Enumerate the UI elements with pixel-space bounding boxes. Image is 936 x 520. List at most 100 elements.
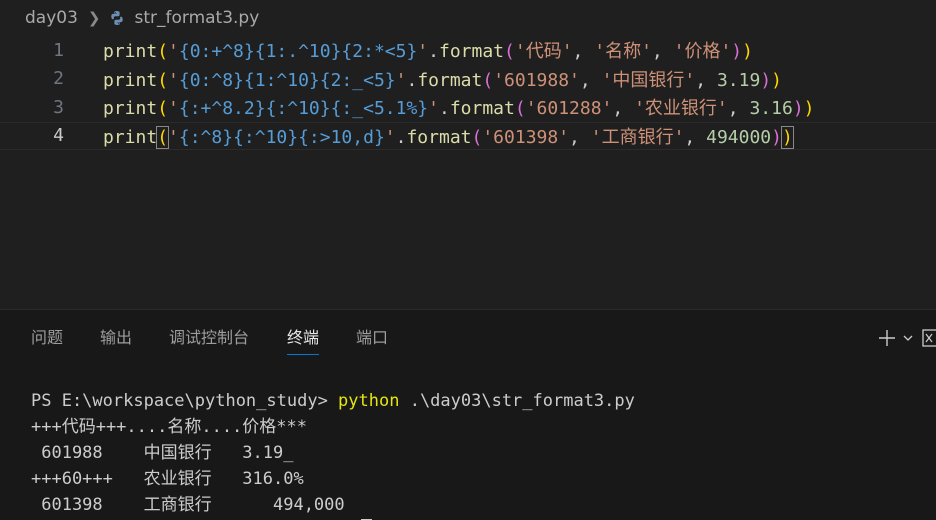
code-token: ): [780, 125, 794, 149]
code-token: format: [449, 98, 515, 119]
code-token: (: [157, 98, 169, 119]
code-token: .: [438, 98, 450, 119]
code-token: '中国银行': [601, 69, 696, 91]
code-token: '名称': [594, 41, 652, 62]
tab-output[interactable]: 输出: [100, 326, 132, 350]
code-token: ,: [684, 126, 707, 148]
code-token: '价格': [673, 41, 732, 62]
code-text: print('{:+^8.2}{:^10}{:_<5.1%}'.format('…: [103, 94, 815, 120]
terminal-output-line: 601988 中国银行 3.19_: [31, 443, 294, 463]
terminal-command: python: [338, 391, 400, 411]
code-token: (: [156, 125, 170, 149]
terminal-output-text: 601398 工商银行 494,000: [31, 495, 345, 515]
code-token: ): [731, 41, 743, 62]
terminal-args: .\day03\str_format3.py: [399, 391, 635, 411]
line-number: 2: [53, 68, 64, 89]
code-token: ,: [695, 69, 717, 91]
code-token: ): [803, 98, 815, 119]
vscode-window: day03 ❯ str_format3.py 1 print('{0:+^8}{1…: [0, 0, 936, 520]
breadcrumb-file[interactable]: str_format3.py: [134, 8, 259, 28]
code-token: ,: [569, 126, 591, 148]
breadcrumb-folder[interactable]: day03: [25, 8, 78, 28]
code-token: ': [395, 69, 407, 91]
panel-tab-bar: 问题 输出 调试控制台 终端 端口: [0, 310, 936, 362]
code-token: ': [168, 98, 179, 119]
bottom-panel: 问题 输出 调试控制台 终端 端口 PS E:\workspace\python…: [0, 309, 936, 520]
code-token: .: [428, 41, 439, 62]
chevron-right-icon: ❯: [87, 9, 101, 27]
code-token: print: [103, 41, 158, 62]
code-token: ,: [612, 98, 635, 119]
code-token: ): [771, 69, 782, 91]
panel-actions: [876, 324, 936, 352]
code-token: print: [103, 98, 158, 119]
line-number: 3: [53, 96, 64, 118]
python-icon: [108, 9, 126, 27]
line-number: 1: [53, 39, 64, 61]
code-text: print('{0:^8}{1:^10}{2:_<5}'.format('601…: [103, 66, 782, 92]
code-token: (: [157, 69, 169, 91]
tab-debug-console[interactable]: 调试控制台: [169, 326, 249, 350]
code-token: ': [168, 41, 179, 62]
code-token: (: [514, 98, 526, 119]
code-token: ,: [651, 41, 674, 62]
code-token: format: [406, 126, 472, 148]
code-token: .: [406, 69, 418, 91]
code-token: ,: [727, 98, 750, 119]
code-token: {0:^8}{1:^10}{2:_<5}: [178, 69, 396, 91]
code-token: ): [760, 69, 772, 91]
code-token: (: [482, 69, 494, 91]
split-icon[interactable]: [922, 327, 936, 349]
code-token: {:^8}{:^10}{:>10,d}: [178, 126, 385, 148]
code-editor[interactable]: 1 print('{0:+^8}{1:.^10}{2:*<5}'.format('…: [0, 36, 936, 298]
code-token: '601288': [525, 98, 613, 119]
code-token: (: [504, 41, 515, 62]
code-token: ,: [579, 69, 602, 91]
code-token: 494000: [706, 126, 772, 148]
terminal-output-line: +++60+++ 农业银行 316.0%: [31, 469, 304, 489]
code-line[interactable]: 1 print('{0:+^8}{1:.^10}{2:*<5}'.format('…: [0, 36, 936, 64]
code-token: ': [168, 126, 179, 148]
code-line[interactable]: 4 print('{:^8}{:^10}{:>10,d}'.format('601…: [0, 121, 936, 150]
code-token: '代码': [514, 41, 573, 62]
code-token: ): [771, 126, 782, 148]
tab-problems[interactable]: 问题: [31, 326, 63, 350]
code-token: (: [157, 41, 169, 62]
code-token: format: [417, 69, 483, 91]
terminal-output[interactable]: PS E:\workspace\python_study> python .\d…: [31, 388, 931, 520]
code-token: '农业银行': [634, 98, 728, 119]
code-token: 3.16: [749, 98, 793, 119]
code-token: {0:+^8}{1:.^10}{2:*<5}: [178, 41, 418, 62]
code-token: {:+^8.2}{:^10}{:_<5.1%}: [178, 98, 429, 119]
code-token: print: [103, 69, 158, 91]
code-token: ': [428, 98, 439, 119]
terminal-output-line: 601398 工商银行 494,000: [31, 492, 931, 518]
code-token: 3.19: [716, 69, 761, 91]
code-token: ': [417, 41, 429, 62]
code-token: ': [168, 69, 179, 91]
code-line[interactable]: 2 print('{0:^8}{1:^10}{2:_<5}'.format('60…: [0, 65, 936, 93]
code-token: (: [471, 126, 483, 148]
terminal-command-line: PS E:\workspace\python_study> python .\d…: [31, 388, 931, 414]
code-text: print('{0:+^8}{1:.^10}{2:*<5}'.format('代…: [103, 37, 753, 63]
plus-icon[interactable]: [876, 327, 898, 349]
terminal-output-line: +++代码+++....名称....价格***: [31, 417, 307, 437]
code-text: print('{:^8}{:^10}{:>10,d}'.format('6013…: [103, 123, 794, 149]
code-line[interactable]: 3 print('{:+^8.2}{:^10}{:_<5.1%}'.format(…: [0, 93, 936, 121]
code-token: ): [792, 98, 804, 119]
tab-terminal[interactable]: 终端: [287, 326, 320, 355]
code-token: print: [103, 126, 158, 148]
chevron-down-icon[interactable]: [900, 327, 916, 349]
code-token: '601398': [482, 126, 570, 148]
tab-ports[interactable]: 端口: [356, 326, 388, 350]
code-token: format: [438, 41, 505, 62]
terminal-prompt: PS E:\workspace\python_study>: [31, 391, 339, 411]
code-token: ): [742, 41, 753, 62]
code-token: ': [384, 126, 396, 148]
code-token: '601988': [493, 69, 580, 91]
code-token: ,: [572, 41, 595, 62]
code-token: '工商银行': [590, 126, 685, 148]
code-token: .: [395, 126, 407, 148]
breadcrumb: day03 ❯ str_format3.py: [0, 0, 936, 36]
line-number: 4: [53, 125, 64, 146]
